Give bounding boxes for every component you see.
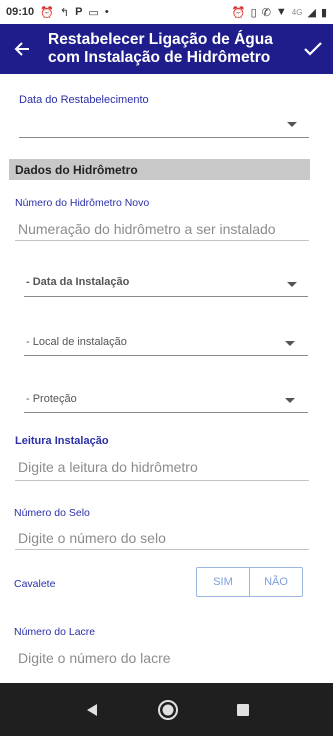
confirm-button[interactable] [293, 24, 333, 74]
wifi-call-icon: ✆ [261, 6, 271, 19]
dot-icon: • [104, 6, 109, 18]
numero-hidrometro-input[interactable]: Numeração do hidrômetro a ser instalado [18, 221, 276, 237]
numero-lacre-input[interactable]: Digite o número do lacre [18, 650, 171, 666]
field-underline [15, 240, 309, 241]
section-header-hidrometro: Dados do Hidrômetro [9, 159, 310, 180]
alarm-icon: ⏰ [40, 6, 54, 19]
data-restabelecimento-dropdown[interactable] [19, 112, 309, 139]
numero-selo-input[interactable]: Digite o número do selo [18, 530, 166, 546]
nav-recents-icon[interactable] [236, 703, 250, 717]
nav-back-icon[interactable] [84, 702, 100, 718]
leitura-label: Leitura Instalação [15, 435, 109, 447]
call-forward-icon: ↰ [59, 6, 70, 19]
leitura-input[interactable]: Digite a leitura do hidrômetro [18, 459, 198, 475]
local-instalacao-dropdown[interactable]: - Local de instalação [24, 330, 308, 356]
numero-selo-label: Número do Selo [14, 507, 90, 519]
cavalete-nao-button[interactable]: NÃO [249, 568, 302, 596]
wifi-icon: ▼ [275, 6, 287, 18]
status-bar: 09:10 ⏰ ↰ P ▭ • ⏰ ▯ ✆ ▼ 4G ◢ ▮ [0, 0, 333, 24]
numero-lacre-label: Número do Lacre [14, 626, 96, 638]
back-button[interactable] [0, 24, 44, 74]
app-p-icon: P [75, 6, 83, 18]
chevron-down-icon [287, 122, 297, 127]
nav-home-icon[interactable] [157, 699, 179, 721]
field-underline [19, 137, 309, 138]
chevron-down-icon [287, 282, 297, 287]
numero-hidrometro-label: Número do Hidrômetro Novo [15, 197, 150, 209]
field-underline [15, 480, 309, 481]
status-time: 09:10 [6, 6, 35, 18]
cavalete-sim-button[interactable]: SIM [197, 568, 249, 596]
field-underline [24, 296, 308, 297]
cavalete-toggle: SIM NÃO [196, 567, 303, 597]
check-icon [304, 42, 322, 56]
page-title: Restabelecer Ligação de Água com Instala… [48, 31, 273, 66]
cavalete-label: Cavalete [14, 578, 56, 590]
back-arrow-icon [14, 42, 29, 56]
laptop-icon: ▭ [88, 6, 99, 19]
data-restabelecimento-label: Data do Restabelecimento [19, 94, 149, 106]
local-instalacao-text: - Local de instalação [26, 336, 127, 348]
network-label: 4G [291, 7, 303, 17]
field-underline [24, 412, 308, 413]
protecao-text: - Proteção [26, 393, 77, 405]
chevron-down-icon [285, 341, 295, 346]
protecao-dropdown[interactable]: - Proteção [24, 387, 308, 413]
vibrate-icon: ▯ [250, 6, 257, 19]
chevron-down-icon [285, 398, 295, 403]
status-right: ⏰ ▯ ✆ ▼ 4G ◢ ▮ [232, 6, 327, 19]
field-underline [15, 549, 309, 550]
app-bar: Restabelecer Ligação de Água com Instala… [0, 24, 333, 74]
system-nav-bar [0, 683, 333, 736]
field-underline [24, 355, 308, 356]
signal-icon: ◢ [307, 6, 316, 19]
battery-icon: ▮ [320, 6, 327, 19]
alarm-icon: ⏰ [231, 6, 246, 19]
data-instalacao-text: - Data da Instalação [26, 276, 130, 288]
data-instalacao-dropdown[interactable]: - Data da Instalação [24, 270, 308, 297]
